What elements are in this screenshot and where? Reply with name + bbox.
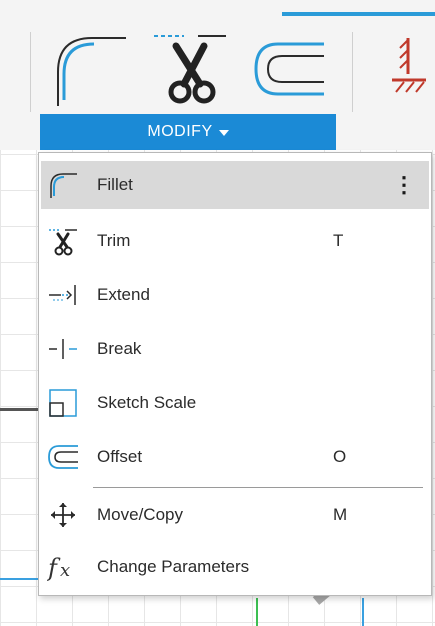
toolbar-active-indicator [282, 12, 435, 16]
menu-item-sketch-scale[interactable]: Sketch Scale [41, 379, 429, 427]
menu-item-label: Extend [97, 285, 150, 304]
menu-item-offset[interactable]: Offset O [41, 433, 429, 481]
sketch-line [0, 408, 40, 411]
shortcut-key: T [333, 231, 344, 250]
scissors-icon[interactable] [150, 26, 230, 112]
offset-icon[interactable] [252, 40, 326, 98]
sketch-line [0, 578, 40, 580]
fillet-icon [50, 173, 77, 198]
toolbar-divider [352, 32, 353, 112]
shortcut-key: O [333, 447, 347, 466]
menu-item-trim[interactable]: Trim T [41, 217, 429, 265]
menu-item-label: Fillet [97, 175, 133, 194]
extend-icon [49, 285, 76, 305]
menu-item-extend[interactable]: Extend [41, 271, 429, 319]
menu-item-label: Change Parameters [97, 557, 250, 576]
menu-item-break[interactable]: Break [41, 325, 429, 373]
menu-divider [93, 487, 423, 488]
modify-menu: Fillet ⋮ Trim T Extend Break Sketch Scal… [38, 152, 432, 596]
fx-icon: f x [47, 554, 70, 582]
menu-item-label: Trim [97, 231, 131, 250]
toolbar-divider [30, 32, 31, 112]
menu-item-move-copy[interactable]: Move/Copy M [41, 491, 429, 539]
sketch-scale-icon [49, 389, 77, 417]
axis-line [256, 598, 258, 626]
break-icon [49, 339, 77, 359]
move-icon [51, 503, 75, 527]
svg-text:x: x [60, 560, 70, 581]
modify-dropdown-button[interactable]: MODIFY [40, 114, 336, 150]
more-options-icon[interactable]: ⋮ [393, 161, 415, 209]
offset-icon [48, 445, 78, 469]
modify-button-label: MODIFY [147, 123, 213, 140]
sketch-line [362, 598, 364, 626]
shortcut-key: M [333, 505, 348, 524]
caret-down-icon [218, 129, 229, 136]
menu-item-change-parameters[interactable]: f x Change Parameters [41, 543, 429, 591]
menu-item-label: Sketch Scale [97, 393, 197, 412]
svg-text:f: f [47, 554, 61, 582]
scissors-icon [49, 229, 77, 256]
menu-item-fillet[interactable]: Fillet ⋮ [41, 161, 429, 209]
fillet-icon[interactable] [50, 28, 132, 110]
menu-item-label: Offset [97, 447, 143, 466]
menu-item-label: Break [97, 339, 142, 358]
toolbar: MODIFY [0, 0, 435, 150]
fix-constraint-icon[interactable] [388, 34, 428, 98]
menu-item-label: Move/Copy [97, 505, 183, 524]
